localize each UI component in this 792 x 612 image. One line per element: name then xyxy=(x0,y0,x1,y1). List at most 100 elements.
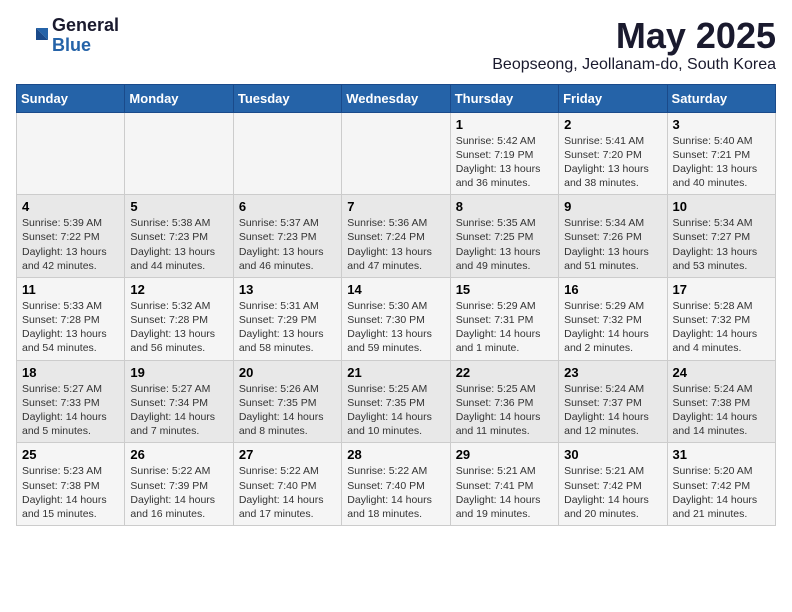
table-row: 17 Sunrise: 5:28 AMSunset: 7:32 PMDayligh… xyxy=(667,277,775,360)
table-row xyxy=(125,112,233,195)
logo-icon xyxy=(16,20,48,52)
location-title: Beopseong, Jeollanam-do, South Korea xyxy=(492,56,776,74)
day-data: Sunrise: 5:34 AMSunset: 7:26 PMDaylight:… xyxy=(564,216,661,273)
day-data: Sunrise: 5:35 AMSunset: 7:25 PMDaylight:… xyxy=(456,216,553,273)
day-data: Sunrise: 5:31 AMSunset: 7:29 PMDaylight:… xyxy=(239,299,336,356)
day-data: Sunrise: 5:29 AMSunset: 7:32 PMDaylight:… xyxy=(564,299,661,356)
header-saturday: Saturday xyxy=(667,84,775,112)
table-row: 3 Sunrise: 5:40 AMSunset: 7:21 PMDaylight… xyxy=(667,112,775,195)
day-data: Sunrise: 5:27 AMSunset: 7:33 PMDaylight:… xyxy=(22,382,119,439)
day-number: 12 xyxy=(130,282,227,297)
table-row: 26 Sunrise: 5:22 AMSunset: 7:39 PMDayligh… xyxy=(125,443,233,526)
day-data: Sunrise: 5:41 AMSunset: 7:20 PMDaylight:… xyxy=(564,134,661,191)
table-row: 9 Sunrise: 5:34 AMSunset: 7:26 PMDaylight… xyxy=(559,195,667,278)
day-data: Sunrise: 5:23 AMSunset: 7:38 PMDaylight:… xyxy=(22,464,119,521)
day-number: 18 xyxy=(22,365,119,380)
table-row: 23Sunrise: 5:24 AMSunset: 7:37 PMDayligh… xyxy=(559,360,667,443)
day-data: Sunrise: 5:21 AMSunset: 7:42 PMDaylight:… xyxy=(564,464,661,521)
day-number: 25 xyxy=(22,447,119,462)
table-row: 12 Sunrise: 5:32 AMSunset: 7:28 PMDayligh… xyxy=(125,277,233,360)
day-data: Sunrise: 5:20 AMSunset: 7:42 PMDaylight:… xyxy=(673,464,770,521)
logo-general: General xyxy=(52,16,119,36)
table-row: 18 Sunrise: 5:27 AMSunset: 7:33 PMDayligh… xyxy=(17,360,125,443)
day-number: 2 xyxy=(564,117,661,132)
day-data: Sunrise: 5:29 AMSunset: 7:31 PMDaylight:… xyxy=(456,299,553,356)
day-data: Sunrise: 5:32 AMSunset: 7:28 PMDaylight:… xyxy=(130,299,227,356)
table-row: 30 Sunrise: 5:21 AMSunset: 7:42 PMDayligh… xyxy=(559,443,667,526)
header-monday: Monday xyxy=(125,84,233,112)
day-number: 8 xyxy=(456,199,553,214)
table-row: 22 Sunrise: 5:25 AMSunset: 7:36 PMDayligh… xyxy=(450,360,558,443)
table-row: 21 Sunrise: 5:25 AMSunset: 7:35 PMDayligh… xyxy=(342,360,450,443)
day-data: Sunrise: 5:22 AMSunset: 7:40 PMDaylight:… xyxy=(239,464,336,521)
day-number: 21 xyxy=(347,365,444,380)
day-data: Sunrise: 5:34 AMSunset: 7:27 PMDaylight:… xyxy=(673,216,770,273)
day-number: 3 xyxy=(673,117,770,132)
table-row xyxy=(17,112,125,195)
logo-text: General Blue xyxy=(52,16,119,56)
calendar-week-row: 1 Sunrise: 5:42 AMSunset: 7:19 PMDaylight… xyxy=(17,112,776,195)
day-data: Sunrise: 5:38 AMSunset: 7:23 PMDaylight:… xyxy=(130,216,227,273)
day-number: 1 xyxy=(456,117,553,132)
logo: General Blue xyxy=(16,16,119,56)
day-data: Sunrise: 5:42 AMSunset: 7:19 PMDaylight:… xyxy=(456,134,553,191)
day-data: Sunrise: 5:33 AMSunset: 7:28 PMDaylight:… xyxy=(22,299,119,356)
table-row: 24 Sunrise: 5:24 AMSunset: 7:38 PMDayligh… xyxy=(667,360,775,443)
day-number: 30 xyxy=(564,447,661,462)
day-number: 5 xyxy=(130,199,227,214)
day-number: 26 xyxy=(130,447,227,462)
day-data: Sunrise: 5:39 AMSunset: 7:22 PMDaylight:… xyxy=(22,216,119,273)
day-number: 10 xyxy=(673,199,770,214)
day-number: 24 xyxy=(673,365,770,380)
day-data: Sunrise: 5:40 AMSunset: 7:21 PMDaylight:… xyxy=(673,134,770,191)
day-number: 6 xyxy=(239,199,336,214)
title-block: May 2025 Beopseong, Jeollanam-do, South … xyxy=(492,16,776,74)
day-data: Sunrise: 5:24 AMSunset: 7:37 PMDaylight:… xyxy=(564,382,661,439)
header-thursday: Thursday xyxy=(450,84,558,112)
day-number: 19 xyxy=(130,365,227,380)
table-row: 31Sunrise: 5:20 AMSunset: 7:42 PMDayligh… xyxy=(667,443,775,526)
day-data: Sunrise: 5:27 AMSunset: 7:34 PMDaylight:… xyxy=(130,382,227,439)
table-row: 8 Sunrise: 5:35 AMSunset: 7:25 PMDaylight… xyxy=(450,195,558,278)
day-number: 4 xyxy=(22,199,119,214)
calendar-week-row: 25 Sunrise: 5:23 AMSunset: 7:38 PMDayligh… xyxy=(17,443,776,526)
day-data: Sunrise: 5:28 AMSunset: 7:32 PMDaylight:… xyxy=(673,299,770,356)
header-tuesday: Tuesday xyxy=(233,84,341,112)
day-number: 29 xyxy=(456,447,553,462)
day-number: 9 xyxy=(564,199,661,214)
table-row: 15Sunrise: 5:29 AMSunset: 7:31 PMDayligh… xyxy=(450,277,558,360)
day-number: 11 xyxy=(22,282,119,297)
header-sunday: Sunday xyxy=(17,84,125,112)
table-row: 1 Sunrise: 5:42 AMSunset: 7:19 PMDaylight… xyxy=(450,112,558,195)
logo-blue: Blue xyxy=(52,36,119,56)
day-number: 27 xyxy=(239,447,336,462)
day-data: Sunrise: 5:25 AMSunset: 7:35 PMDaylight:… xyxy=(347,382,444,439)
day-data: Sunrise: 5:37 AMSunset: 7:23 PMDaylight:… xyxy=(239,216,336,273)
day-number: 16 xyxy=(564,282,661,297)
day-data: Sunrise: 5:36 AMSunset: 7:24 PMDaylight:… xyxy=(347,216,444,273)
header-wednesday: Wednesday xyxy=(342,84,450,112)
day-number: 7 xyxy=(347,199,444,214)
table-row: 25 Sunrise: 5:23 AMSunset: 7:38 PMDayligh… xyxy=(17,443,125,526)
table-row: 6 Sunrise: 5:37 AMSunset: 7:23 PMDaylight… xyxy=(233,195,341,278)
day-number: 14 xyxy=(347,282,444,297)
table-row: 13 Sunrise: 5:31 AMSunset: 7:29 PMDayligh… xyxy=(233,277,341,360)
table-row: 4 Sunrise: 5:39 AMSunset: 7:22 PMDaylight… xyxy=(17,195,125,278)
table-row: 20Sunrise: 5:26 AMSunset: 7:35 PMDayligh… xyxy=(233,360,341,443)
table-row: 5 Sunrise: 5:38 AMSunset: 7:23 PMDaylight… xyxy=(125,195,233,278)
day-data: Sunrise: 5:22 AMSunset: 7:39 PMDaylight:… xyxy=(130,464,227,521)
day-data: Sunrise: 5:25 AMSunset: 7:36 PMDaylight:… xyxy=(456,382,553,439)
day-number: 28 xyxy=(347,447,444,462)
header-friday: Friday xyxy=(559,84,667,112)
day-number: 22 xyxy=(456,365,553,380)
table-row: 19 Sunrise: 5:27 AMSunset: 7:34 PMDayligh… xyxy=(125,360,233,443)
day-data: Sunrise: 5:21 AMSunset: 7:41 PMDaylight:… xyxy=(456,464,553,521)
table-row: 16 Sunrise: 5:29 AMSunset: 7:32 PMDayligh… xyxy=(559,277,667,360)
table-row xyxy=(233,112,341,195)
page-header: General Blue May 2025 Beopseong, Jeollan… xyxy=(16,16,776,74)
day-number: 13 xyxy=(239,282,336,297)
day-data: Sunrise: 5:26 AMSunset: 7:35 PMDaylight:… xyxy=(239,382,336,439)
day-number: 17 xyxy=(673,282,770,297)
day-data: Sunrise: 5:24 AMSunset: 7:38 PMDaylight:… xyxy=(673,382,770,439)
table-row: 28Sunrise: 5:22 AMSunset: 7:40 PMDayligh… xyxy=(342,443,450,526)
